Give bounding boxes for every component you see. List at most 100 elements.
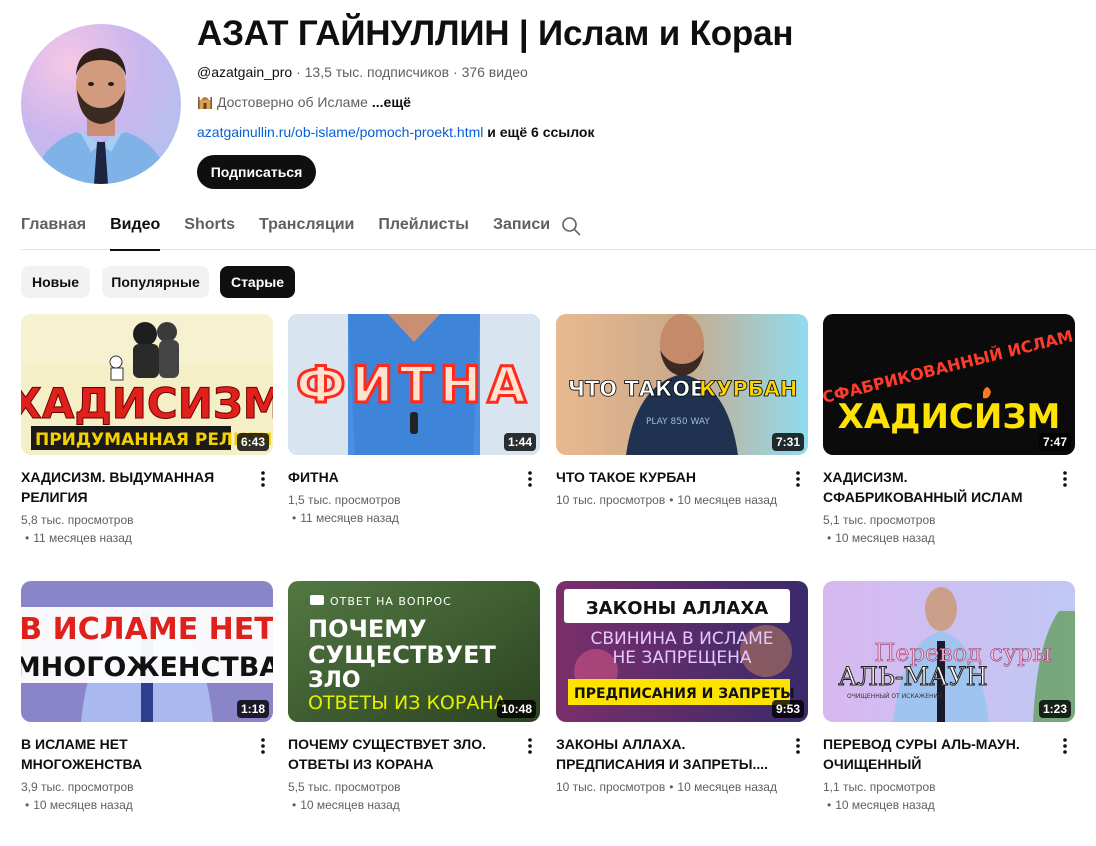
tab-shorts[interactable]: Shorts — [184, 206, 235, 250]
video-card[interactable]: Перевод суры АЛЬ-МАУН ОЧИЩЕННЫЙ ОТ ИСКАЖ… — [823, 581, 1075, 814]
video-thumbnail[interactable]: ФИТНА 1:44 — [288, 314, 540, 455]
video-duration: 1:44 — [503, 433, 536, 451]
thumb-text: ХАДИСИЗМ — [838, 397, 1061, 437]
thumb-text: ОТВЕТ НА ВОПРОС — [330, 595, 452, 608]
video-duration: 7:47 — [1038, 433, 1071, 451]
video-age: 10 месяцев назад — [33, 798, 133, 812]
more-vert-icon[interactable] — [520, 734, 540, 758]
video-age-line: • 10 месяцев назад — [823, 796, 1047, 814]
meta-dot: • — [292, 798, 297, 812]
more-links-button[interactable]: и ещё 6 ссылок — [487, 124, 594, 140]
description-more-link[interactable]: ...ещё — [372, 94, 411, 110]
video-age: 11 месяцев назад — [33, 531, 132, 545]
video-meta: 10 тыс. просмотров • 10 месяцев назад — [556, 491, 780, 509]
video-age: 10 месяцев назад — [835, 531, 935, 545]
mosque-emoji-icon — [198, 97, 212, 109]
video-duration: 9:53 — [771, 700, 804, 718]
video-age-line: • 10 месяцев назад — [21, 796, 245, 814]
video-title[interactable]: ЗАКОНЫ АЛЛАХА. ПРЕДПИСАНИЯ И ЗАПРЕТЫ.... — [556, 734, 780, 774]
channel-links: azatgainullin.ru/ob-islame/pomoch-proekt… — [197, 124, 595, 140]
video-duration: 1:18 — [236, 700, 269, 718]
video-age-line: • 11 месяцев назад — [288, 509, 512, 527]
more-vert-icon[interactable] — [788, 467, 808, 491]
more-vert-icon[interactable] — [253, 734, 273, 758]
thumb-text: МНОГОЖЕНСТВА — [21, 652, 273, 683]
more-vert-icon[interactable] — [1055, 734, 1075, 758]
chip-oldest[interactable]: Старые — [220, 266, 295, 298]
thumb-text: ФИТНА — [296, 356, 532, 414]
more-vert-icon[interactable] — [1055, 467, 1075, 491]
video-title[interactable]: ПОЧЕМУ СУЩЕСТВУЕТ ЗЛО. ОТВЕТЫ ИЗ КОРАНА — [288, 734, 512, 774]
video-age-line: • 10 месяцев назад — [823, 529, 1047, 547]
video-title[interactable]: ХАДИСИЗМ. ВЫДУМАННАЯ РЕЛИГИЯ — [21, 467, 245, 507]
channel-title: АЗАТ ГАЙНУЛЛИН | Ислам и Коран — [197, 14, 794, 53]
meta-dot: • — [292, 511, 297, 525]
thumb-text: ХАДИСИЗМ — [21, 379, 273, 428]
channel-handle: @azatgain_pro — [197, 64, 293, 80]
meta-dot: • — [827, 531, 832, 545]
video-thumbnail[interactable]: ОТВЕТ НА ВОПРОС ПОЧЕМУ СУЩЕСТВУЕТ ЗЛО ОТ… — [288, 581, 540, 722]
video-age-line: • 10 месяцев назад — [288, 796, 512, 814]
tab-playlists[interactable]: Плейлисты — [378, 206, 469, 250]
video-thumbnail[interactable]: PLAY 850 WAY ЧТО ТАКОЕ КУРБАН 7:31 — [556, 314, 808, 455]
meta-dot: • — [25, 798, 30, 812]
video-card[interactable]: В ИСЛАМЕ НЕТ МНОГОЖЕНСТВА 1:18 В ИСЛАМЕ … — [21, 581, 273, 814]
video-age-line: • 11 месяцев назад — [21, 529, 245, 547]
meta-dot: • — [669, 493, 674, 507]
channel-description[interactable]: Достоверно об Исламе ...ещё — [197, 94, 411, 110]
thumb-text: ОТВЕТЫ ИЗ КОРАНА — [308, 692, 507, 714]
channel-avatar[interactable] — [21, 24, 181, 184]
video-card[interactable]: ЗАКОНЫ АЛЛАХА СВИНИНА В ИСЛАМЕ НЕ ЗАПРЕЩ… — [556, 581, 808, 796]
video-thumbnail[interactable]: Перевод суры АЛЬ-МАУН ОЧИЩЕННЫЙ ОТ ИСКАЖ… — [823, 581, 1075, 722]
video-card[interactable]: ОТВЕТ НА ВОПРОС ПОЧЕМУ СУЩЕСТВУЕТ ЗЛО ОТ… — [288, 581, 540, 814]
thumb-text: ЧТО ТАКОЕ — [568, 377, 704, 401]
chip-popular[interactable]: Популярные — [102, 266, 209, 298]
video-title[interactable]: ХАДИСИЗМ. СФАБРИКОВАННЫЙ ИСЛАМ — [823, 467, 1047, 507]
separator: · — [453, 64, 462, 80]
video-title[interactable]: ПЕРЕВОД СУРЫ АЛЬ-МАУН. ОЧИЩЕННЫЙ — [823, 734, 1047, 774]
meta-dot: • — [25, 531, 30, 545]
thumb-text: ОЧИЩЕННЫЙ ОТ ИСКАЖЕНИЙ — [847, 693, 942, 700]
thumb-text: ПРЕДПИСАНИЯ И ЗАПРЕТЫ — [574, 686, 795, 702]
video-title[interactable]: ЧТО ТАКОЕ КУРБАН — [556, 467, 780, 487]
tab-home[interactable]: Главная — [21, 206, 86, 250]
video-views: 5,5 тыс. просмотров — [288, 780, 401, 794]
thumb-text: АЛЬ-МАУН — [838, 662, 988, 691]
video-views: 10 тыс. просмотров — [556, 780, 666, 794]
video-age: 10 месяцев назад — [300, 798, 400, 812]
tab-videos[interactable]: Видео — [110, 206, 161, 251]
video-thumbnail[interactable]: В ИСЛАМЕ НЕТ МНОГОЖЕНСТВА 1:18 — [21, 581, 273, 722]
thumb-text: НЕ ЗАПРЕЩЕНА — [613, 648, 752, 668]
video-age: 10 месяцев назад — [677, 780, 777, 794]
more-vert-icon[interactable] — [788, 734, 808, 758]
video-title[interactable]: ФИТНА — [288, 467, 512, 487]
video-duration: 6:43 — [236, 433, 269, 451]
video-card[interactable]: PLAY 850 WAY ЧТО ТАКОЕ КУРБАН 7:31 ЧТО Т… — [556, 314, 808, 509]
search-icon[interactable] — [561, 216, 581, 236]
video-thumbnail[interactable]: ХАДИСИЗМ ПРИДУМАННАЯ РЕЛИГИЯ 6:43 — [21, 314, 273, 455]
video-card[interactable]: СФАБРИКОВАННЫЙ ИСЛАМ ХАДИСИЗМ 7:47 ХАДИС… — [823, 314, 1075, 547]
video-views: 10 тыс. просмотров — [556, 493, 666, 507]
more-vert-icon[interactable] — [253, 467, 273, 491]
video-age: 11 месяцев назад — [300, 511, 399, 525]
subscribe-button[interactable]: Подписаться — [197, 155, 316, 189]
video-views: 1,1 тыс. просмотров — [823, 780, 936, 794]
tab-posts[interactable]: Записи — [493, 206, 550, 250]
video-title[interactable]: В ИСЛАМЕ НЕТ МНОГОЖЕНСТВА — [21, 734, 245, 774]
more-vert-icon[interactable] — [520, 467, 540, 491]
thumb-text: СВИНИНА В ИСЛАМЕ — [590, 629, 773, 649]
video-duration: 1:23 — [1038, 700, 1071, 718]
video-views: 1,5 тыс. просмотров — [288, 493, 401, 507]
channel-link[interactable]: azatgainullin.ru/ob-islame/pomoch-proekt… — [197, 124, 483, 140]
thumb-text: В ИСЛАМЕ НЕТ — [21, 612, 273, 647]
chip-newest[interactable]: Новые — [21, 266, 90, 298]
video-duration: 7:31 — [771, 433, 804, 451]
video-card[interactable]: ФИТНА 1:44 ФИТНА 1,5 тыс. просмотров • 11… — [288, 314, 540, 527]
video-age: 10 месяцев назад — [677, 493, 777, 507]
video-thumbnail[interactable]: СФАБРИКОВАННЫЙ ИСЛАМ ХАДИСИЗМ 7:47 — [823, 314, 1075, 455]
video-card[interactable]: ХАДИСИЗМ ПРИДУМАННАЯ РЕЛИГИЯ 6:43 ХАДИСИ… — [21, 314, 273, 547]
video-thumbnail[interactable]: ЗАКОНЫ АЛЛАХА СВИНИНА В ИСЛАМЕ НЕ ЗАПРЕЩ… — [556, 581, 808, 722]
subscriber-count: 13,5 тыс. подписчиков — [304, 64, 450, 80]
tab-live[interactable]: Трансляции — [259, 206, 354, 250]
thumb-text: СУЩЕСТВУЕТ — [308, 641, 497, 669]
